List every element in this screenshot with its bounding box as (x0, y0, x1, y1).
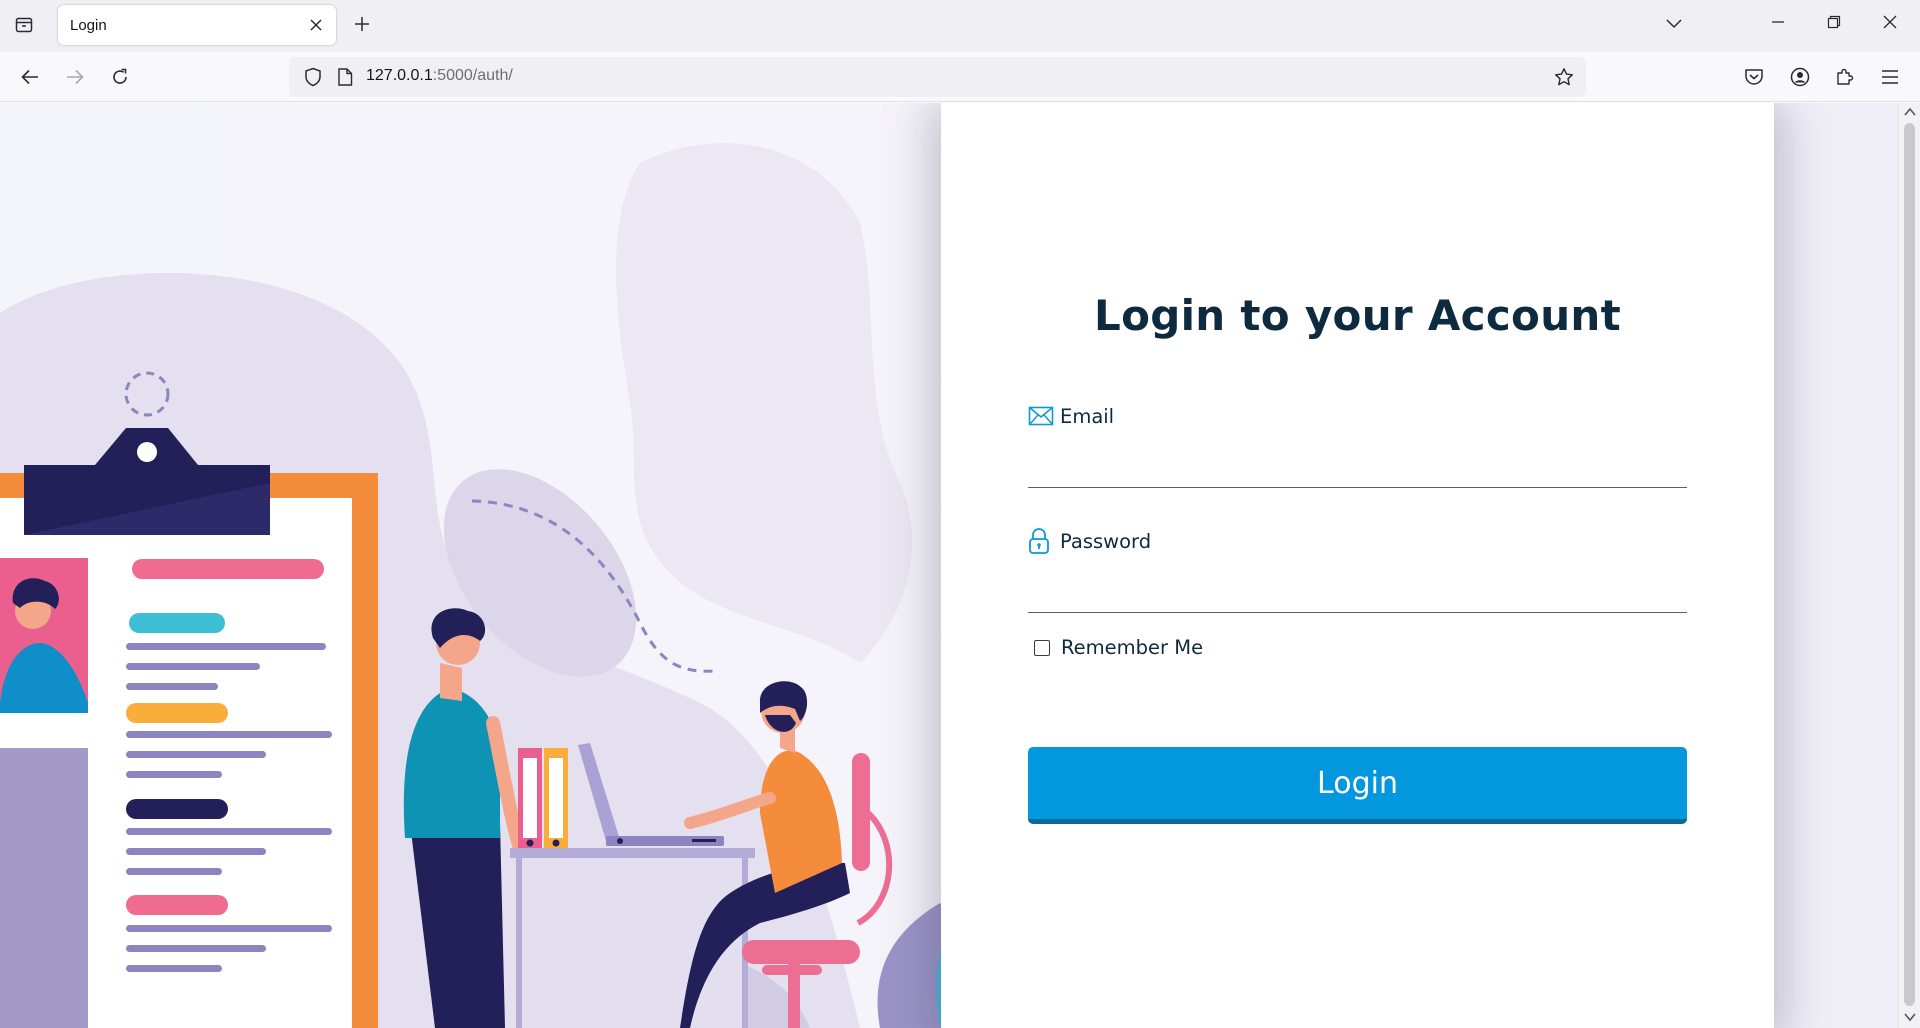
pocket-icon (1745, 69, 1763, 85)
login-card: Login to your Account Email Password Rem… (941, 103, 1774, 1028)
password-label: Password (1028, 528, 1151, 554)
password-field[interactable] (1028, 575, 1687, 613)
navigation-toolbar: 127.0.0.1:5000/auth/ (0, 52, 1920, 102)
list-all-tabs-button[interactable] (1656, 8, 1692, 40)
envelope-icon (1028, 403, 1054, 429)
url-path: :5000/auth/ (432, 67, 513, 84)
page-icon (338, 68, 353, 86)
tracking-protection-button[interactable] (297, 61, 329, 93)
restore-icon (1827, 15, 1841, 29)
reload-button[interactable] (102, 59, 138, 95)
office-illustration (0, 143, 1004, 1028)
minimize-icon (1772, 21, 1784, 23)
scroll-up-arrow-icon[interactable] (1903, 105, 1917, 119)
page-content: Login to your Account Email Password Rem… (0, 103, 1898, 1028)
application-menu-button[interactable] (1872, 59, 1908, 95)
reload-icon (113, 68, 127, 84)
close-icon (1883, 15, 1897, 29)
close-icon (310, 19, 322, 31)
tab-title: Login (70, 16, 107, 34)
password-label-text: Password (1060, 529, 1152, 553)
remember-me-label[interactable]: Remember Me (1061, 636, 1203, 659)
login-button[interactable]: Login (1028, 747, 1687, 824)
back-button[interactable] (12, 59, 48, 95)
login-title: Login to your Account (1094, 291, 1621, 340)
new-tab-button[interactable] (346, 8, 378, 40)
bookmark-button[interactable] (1548, 61, 1580, 93)
account-icon (1790, 67, 1810, 87)
url-host: 127.0.0.1 (366, 67, 433, 84)
shield-icon (305, 67, 321, 87)
forward-arrow-icon (67, 69, 84, 85)
window-close-button[interactable] (1872, 4, 1908, 40)
scroll-down-arrow-icon[interactable] (1903, 1010, 1917, 1024)
email-label: Email (1028, 403, 1114, 429)
forward-button[interactable] (57, 59, 93, 95)
scrollbar-thumb[interactable] (1904, 123, 1915, 1006)
address-bar[interactable]: 127.0.0.1:5000/auth/ (289, 57, 1586, 97)
minimize-button[interactable] (1760, 4, 1796, 40)
tab-login[interactable]: Login (58, 5, 336, 45)
vertical-scrollbar[interactable] (1898, 103, 1920, 1028)
remember-me-row[interactable]: Remember Me (1034, 636, 1203, 659)
tab-close-button[interactable] (302, 11, 330, 39)
back-arrow-icon (21, 69, 38, 85)
site-info-button[interactable] (329, 61, 361, 93)
plus-icon (355, 17, 369, 31)
url-text[interactable]: 127.0.0.1:5000/auth/ (366, 67, 513, 85)
restore-button[interactable] (1816, 4, 1852, 40)
email-field[interactable] (1028, 450, 1687, 488)
account-button[interactable] (1782, 59, 1818, 95)
hamburger-menu-icon (1882, 70, 1898, 84)
tab-list-button[interactable] (6, 8, 42, 42)
tab-bar: Login (0, 0, 1920, 52)
tab-list-icon (15, 17, 33, 33)
remember-me-checkbox[interactable] (1034, 639, 1050, 656)
lock-icon (1028, 528, 1054, 554)
extensions-icon (1837, 68, 1854, 85)
chevron-down-icon (1666, 19, 1682, 29)
extensions-button[interactable] (1827, 59, 1863, 95)
star-icon (1555, 68, 1573, 86)
email-label-text: Email (1060, 404, 1115, 428)
pocket-button[interactable] (1736, 59, 1772, 95)
